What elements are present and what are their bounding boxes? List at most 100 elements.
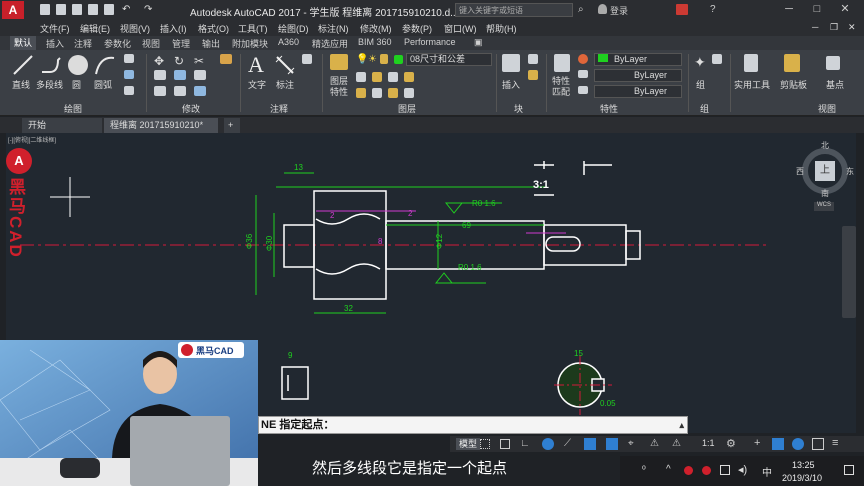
command-history-icon[interactable]: ▴	[679, 417, 684, 433]
menu-modify[interactable]: 修改(M)	[360, 22, 392, 35]
plus-icon[interactable]: +	[754, 437, 760, 449]
layer-tool-icon-2[interactable]	[372, 72, 382, 82]
save-icon[interactable]	[72, 4, 82, 15]
layer-tool-icon-1[interactable]	[356, 72, 366, 82]
tab-insert[interactable]: 插入	[46, 37, 64, 50]
tab-manage[interactable]: 管理	[172, 37, 190, 50]
menu-draw[interactable]: 绘图(D)	[278, 22, 309, 35]
line-tool-label[interactable]: 直线	[12, 78, 30, 91]
annotation-extra-icon[interactable]	[302, 54, 312, 64]
snap-icon[interactable]	[500, 439, 510, 449]
tab-bim360[interactable]: BIM 360	[358, 37, 392, 47]
menu-insert[interactable]: 插入(I)	[160, 22, 187, 35]
dimension-tool-label[interactable]: 标注	[276, 78, 294, 91]
menu-close-icon[interactable]: ✕	[848, 22, 856, 33]
menu-minimize-icon[interactable]: ─	[812, 22, 818, 32]
scale-icon[interactable]	[174, 86, 186, 96]
dimension-icon[interactable]	[274, 54, 296, 76]
group-icon[interactable]: ✦	[694, 54, 706, 71]
copy-icon[interactable]	[154, 70, 166, 80]
selection-cycling-icon[interactable]: ⌖	[628, 438, 634, 449]
arc-tool-label[interactable]: 圆弧	[94, 78, 112, 91]
annotation-scale[interactable]: 1:1	[702, 438, 715, 448]
annotation-panel-label[interactable]: 注释	[270, 102, 288, 115]
insert-block-label[interactable]: 插入	[502, 78, 520, 91]
tab-output[interactable]: 输出	[202, 37, 220, 50]
ortho-icon[interactable]: ∟	[520, 438, 530, 449]
layer-tool-icon-4[interactable]	[404, 72, 414, 82]
color-combo[interactable]: ByLayer	[594, 53, 682, 66]
draw-extra-icon-2[interactable]	[124, 70, 134, 79]
layer-tool-icon-3[interactable]	[388, 72, 398, 82]
move-icon[interactable]: ✥	[154, 54, 166, 68]
clipboard-label[interactable]: 剪贴板	[780, 78, 807, 91]
text-tool-label[interactable]: 文字	[248, 78, 266, 91]
base-point-icon[interactable]	[826, 56, 840, 70]
menu-restore-icon[interactable]: ❐	[830, 22, 838, 33]
layer-lock-icon[interactable]	[380, 54, 388, 64]
viewcube-top-face[interactable]: 上	[815, 161, 835, 181]
grid-icon[interactable]	[480, 439, 490, 449]
utilities-icon[interactable]	[744, 54, 758, 72]
print-icon[interactable]	[104, 4, 114, 15]
undo-icon[interactable]: ↶	[122, 4, 132, 15]
clock-time[interactable]: 13:25	[792, 460, 815, 470]
lineweight-icon[interactable]	[578, 70, 588, 78]
menu-window[interactable]: 窗口(W)	[444, 22, 477, 35]
menu-tools[interactable]: 工具(T)	[238, 22, 268, 35]
menu-parametric[interactable]: 参数(P)	[402, 22, 432, 35]
wcs-button[interactable]: WCS	[814, 202, 834, 211]
start-tab[interactable]: 开始	[22, 118, 102, 133]
draw-extra-icon-1[interactable]	[124, 54, 134, 63]
tray-network-icon[interactable]	[720, 465, 730, 475]
base-point-label[interactable]: 基点	[826, 78, 844, 91]
draw-panel-label[interactable]: 绘图	[64, 102, 82, 115]
open-file-icon[interactable]	[56, 4, 66, 15]
login-link[interactable]: 登录	[610, 4, 628, 17]
utilities-label[interactable]: 实用工具	[734, 78, 770, 91]
search-input[interactable]: 键入关键字或短语	[455, 3, 573, 17]
tab-default[interactable]: 默认	[10, 36, 37, 50]
clean-screen-icon[interactable]	[812, 438, 824, 450]
text-icon[interactable]: A	[248, 52, 264, 78]
model-space-button[interactable]: 模型	[456, 438, 481, 450]
layer-on-icon[interactable]: 💡	[356, 54, 368, 65]
close-icon[interactable]: ✕	[836, 2, 854, 16]
new-tab-button[interactable]: +	[224, 118, 240, 133]
group-tool-icon[interactable]	[712, 54, 722, 64]
match-properties-label[interactable]: 特性 匹配	[552, 76, 570, 98]
search-icon[interactable]: ⌕	[578, 4, 584, 15]
clipboard-icon[interactable]	[784, 54, 800, 72]
color-wheel-icon[interactable]	[578, 54, 588, 64]
customize-icon[interactable]: ≡	[832, 437, 838, 449]
tray-app-icon-2[interactable]	[702, 466, 711, 475]
group-label[interactable]: 组	[696, 78, 705, 91]
stretch-icon[interactable]	[154, 86, 166, 96]
menu-view[interactable]: 视图(V)	[120, 22, 150, 35]
viewcube-east[interactable]: 东	[846, 166, 854, 177]
isolate-icon[interactable]	[772, 438, 784, 450]
tab-addins[interactable]: 附加模块	[232, 37, 268, 50]
mirror-icon[interactable]	[174, 70, 186, 80]
viewcube-south[interactable]: 南	[821, 188, 829, 199]
arc-tool-icon[interactable]	[94, 54, 116, 76]
new-file-icon[interactable]	[40, 4, 50, 15]
lineweight-combo[interactable]: ByLayer	[594, 69, 682, 82]
linetype-icon[interactable]	[578, 86, 588, 94]
layers-panel-label[interactable]: 图层	[398, 102, 416, 115]
viewport-label[interactable]: [-][俯视][二维线框]	[8, 135, 56, 144]
command-line[interactable]: NE 指定起点： ▴	[258, 416, 688, 434]
trim-icon[interactable]: ✂	[194, 54, 204, 68]
tab-view[interactable]: 视图	[142, 37, 160, 50]
linetype-combo[interactable]: ByLayer	[594, 85, 682, 98]
tray-user-icon[interactable]: ᵒ	[642, 464, 646, 475]
redo-icon[interactable]: ↷	[144, 4, 154, 15]
tray-volume-icon[interactable]: ◂)	[738, 463, 747, 476]
isodraft-icon[interactable]: ⟋	[564, 438, 571, 449]
layer-properties-label[interactable]: 图层 特性	[330, 76, 348, 98]
layer-tool-icon-5[interactable]	[356, 88, 366, 98]
viewcube-north[interactable]: 北	[821, 140, 829, 151]
erase-icon[interactable]	[220, 54, 232, 64]
menu-help[interactable]: 帮助(H)	[486, 22, 517, 35]
properties-panel-label[interactable]: 特性	[600, 102, 618, 115]
